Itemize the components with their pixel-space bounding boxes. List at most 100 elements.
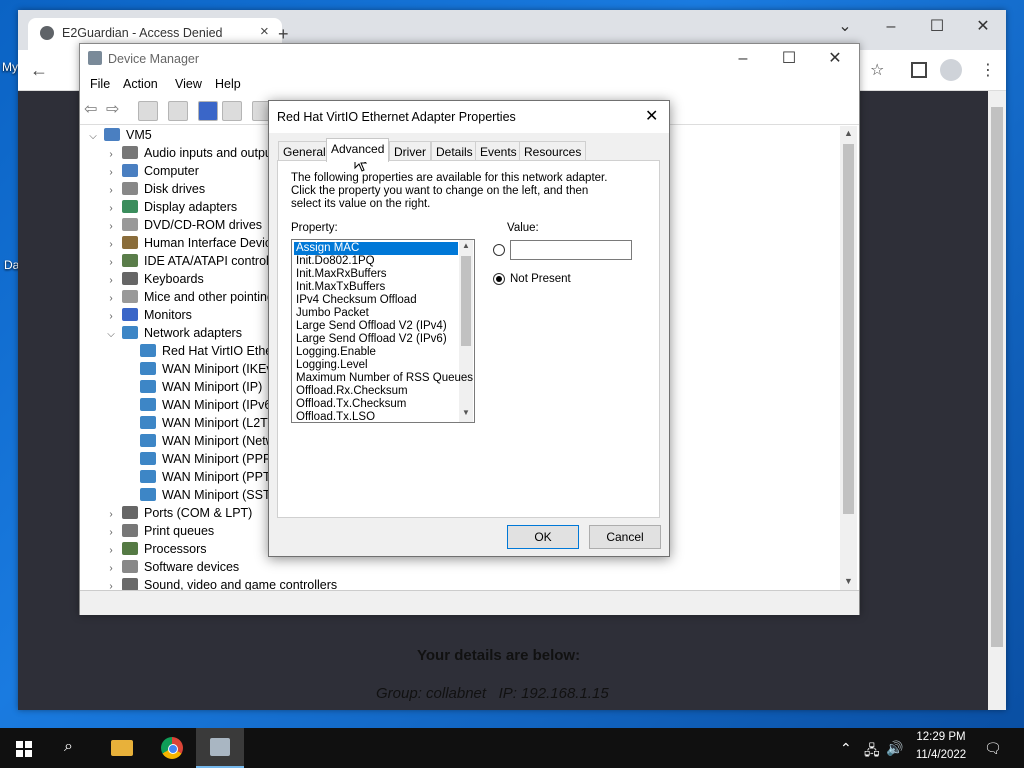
scroll-up-icon[interactable]: ▲ xyxy=(462,241,470,250)
scroll-up-icon[interactable]: ▲ xyxy=(844,128,853,138)
property-list-item[interactable]: Large Send Offload V2 (IPv4) xyxy=(294,320,458,333)
search-button[interactable]: ⌕ xyxy=(48,728,96,768)
tree-item-label: Keyboards xyxy=(144,272,204,286)
cancel-button[interactable]: Cancel xyxy=(589,525,661,549)
properties-icon[interactable] xyxy=(138,101,158,121)
property-list-item[interactable]: Offload.Tx.LSO xyxy=(294,411,458,422)
scroll-down-icon[interactable]: ▼ xyxy=(844,576,853,586)
tree-item[interactable]: › Monitors xyxy=(106,306,192,324)
tree-item[interactable]: › Human Interface Devices xyxy=(106,234,284,252)
chevron-right-icon[interactable]: › xyxy=(106,578,116,590)
tree-item[interactable]: WAN Miniport (IP) xyxy=(124,378,262,396)
tab-advanced[interactable]: Advanced xyxy=(326,138,390,162)
property-list-item[interactable]: Logging.Level xyxy=(294,359,458,372)
tree-item[interactable]: › Keyboards xyxy=(106,270,204,288)
tree-item[interactable]: › Audio inputs and outputs xyxy=(106,144,282,162)
tab-resources[interactable]: Resources xyxy=(519,141,587,162)
tree-item[interactable]: ⌵ Network adapters xyxy=(106,324,242,342)
tab-general[interactable]: General xyxy=(278,141,331,162)
side-panel-icon[interactable] xyxy=(911,62,927,78)
property-listbox[interactable]: ▲ ▼ Assign MAC Init.Do802.1PQ Init.MaxRxBu… xyxy=(291,239,475,423)
scrollbar-thumb[interactable] xyxy=(991,107,1003,647)
close-icon[interactable]: ✕ xyxy=(645,106,658,126)
property-list-item[interactable]: Maximum Number of RSS Queues xyxy=(294,372,473,385)
tree-item[interactable]: › DVD/CD-ROM drives xyxy=(106,216,262,234)
property-list-item[interactable]: Assign MAC xyxy=(294,242,458,255)
maximize-button[interactable]: ☐ xyxy=(766,44,812,74)
property-list-item[interactable]: Offload.Rx.Checksum xyxy=(294,385,458,398)
more-vert-icon[interactable]: ⋮ xyxy=(980,60,996,80)
help-icon[interactable] xyxy=(198,101,218,121)
tree-item[interactable]: ⌵ VM5 xyxy=(88,126,152,144)
tree-item[interactable]: › Software devices xyxy=(106,558,239,576)
not-present-radio[interactable] xyxy=(493,273,505,285)
tree-item[interactable]: WAN Miniport (SSTP) xyxy=(124,486,283,504)
tree-item[interactable]: WAN Miniport (PPTP) xyxy=(124,468,283,486)
property-list-item[interactable]: Offload.Tx.Checksum xyxy=(294,398,458,411)
scroll-down-icon[interactable]: ▼ xyxy=(462,408,470,417)
chevron-down-icon[interactable]: ⌄ xyxy=(822,12,868,42)
tree-item[interactable]: WAN Miniport (IKEv2) xyxy=(124,360,284,378)
tree-scrollbar[interactable]: ▲ ▼ xyxy=(840,126,857,590)
tree-item[interactable]: › Print queues xyxy=(106,522,214,540)
tree-item[interactable]: › Disk drives xyxy=(106,180,205,198)
menu-action[interactable]: Action xyxy=(123,77,158,91)
maximize-button[interactable]: ☐ xyxy=(914,12,960,42)
chevron-down-icon[interactable]: ⌵ xyxy=(88,128,98,146)
close-button[interactable]: ✕ xyxy=(960,12,1006,42)
back-arrow-icon[interactable]: ⇦ xyxy=(84,99,97,119)
property-list-item[interactable]: Logging.Enable xyxy=(294,346,458,359)
minimize-button[interactable]: – xyxy=(720,44,766,74)
volume-icon[interactable]: 🔊 xyxy=(886,740,903,757)
tree-item[interactable]: › Processors xyxy=(106,540,207,558)
value-radio[interactable] xyxy=(493,244,505,256)
clock-time[interactable]: 12:29 PM xyxy=(912,731,970,743)
forward-arrow-icon[interactable]: ⇨ xyxy=(106,99,119,119)
grid-icon[interactable] xyxy=(222,101,242,121)
chevron-up-icon[interactable]: ⌃ xyxy=(840,740,852,757)
close-tab-icon[interactable]: × xyxy=(260,23,269,40)
new-tab-button[interactable]: + xyxy=(278,24,289,45)
ok-button[interactable]: OK xyxy=(507,525,579,549)
tree-item[interactable]: › Ports (COM & LPT) xyxy=(106,504,252,522)
list-icon[interactable] xyxy=(168,101,188,121)
file-explorer-button[interactable] xyxy=(98,728,146,768)
property-list-item[interactable]: Init.MaxRxBuffers xyxy=(294,268,458,281)
scrollbar-thumb[interactable] xyxy=(843,144,854,514)
start-button[interactable] xyxy=(0,728,48,768)
network-icon[interactable]: 🖧 xyxy=(864,740,880,764)
tree-item[interactable]: › Sound, video and game controllers xyxy=(106,576,337,590)
tree-item[interactable]: › Display adapters xyxy=(106,198,237,216)
property-list-item[interactable]: Init.MaxTxBuffers xyxy=(294,281,458,294)
value-input[interactable] xyxy=(510,240,632,260)
chrome-taskbar-button[interactable] xyxy=(148,728,196,768)
property-list-item[interactable]: IPv4 Checksum Offload xyxy=(294,294,458,307)
close-button[interactable]: ✕ xyxy=(812,44,858,74)
tree-item-label: Monitors xyxy=(144,308,192,322)
listbox-scrollbar[interactable]: ▲ ▼ xyxy=(459,240,473,422)
menu-file[interactable]: File xyxy=(90,77,110,91)
property-list-item[interactable]: Jumbo Packet xyxy=(294,307,458,320)
property-list-item[interactable]: Init.Do802.1PQ xyxy=(294,255,458,268)
tree-item[interactable]: › IDE ATA/ATAPI controllers xyxy=(106,252,289,270)
chevron-down-icon[interactable]: ⌵ xyxy=(106,326,116,344)
tab-details[interactable]: Details xyxy=(431,141,478,162)
menu-view[interactable]: View xyxy=(175,77,202,91)
clock-date[interactable]: 11/4/2022 xyxy=(912,749,970,761)
menu-help[interactable]: Help xyxy=(215,77,241,91)
back-arrow-icon[interactable]: ← xyxy=(30,60,48,81)
scrollbar-thumb[interactable] xyxy=(461,256,471,346)
tree-item[interactable]: › Computer xyxy=(106,162,199,180)
desktop-icon-label[interactable]: My xyxy=(2,60,18,74)
star-icon[interactable]: ☆ xyxy=(870,60,884,80)
chrome-scrollbar[interactable] xyxy=(988,91,1006,710)
minimize-button[interactable]: – xyxy=(868,12,914,42)
profile-avatar[interactable] xyxy=(940,59,962,81)
property-list-item[interactable]: Large Send Offload V2 (IPv6) xyxy=(294,333,458,346)
tree-item[interactable]: WAN Miniport (L2TP) xyxy=(124,414,280,432)
notification-icon[interactable]: 🗨 xyxy=(984,740,1002,757)
tab-driver[interactable]: Driver xyxy=(389,141,431,162)
tree-item[interactable]: WAN Miniport (IPv6) xyxy=(124,396,275,414)
tab-events[interactable]: Events xyxy=(475,141,522,162)
device-manager-taskbar-button[interactable] xyxy=(196,728,244,768)
